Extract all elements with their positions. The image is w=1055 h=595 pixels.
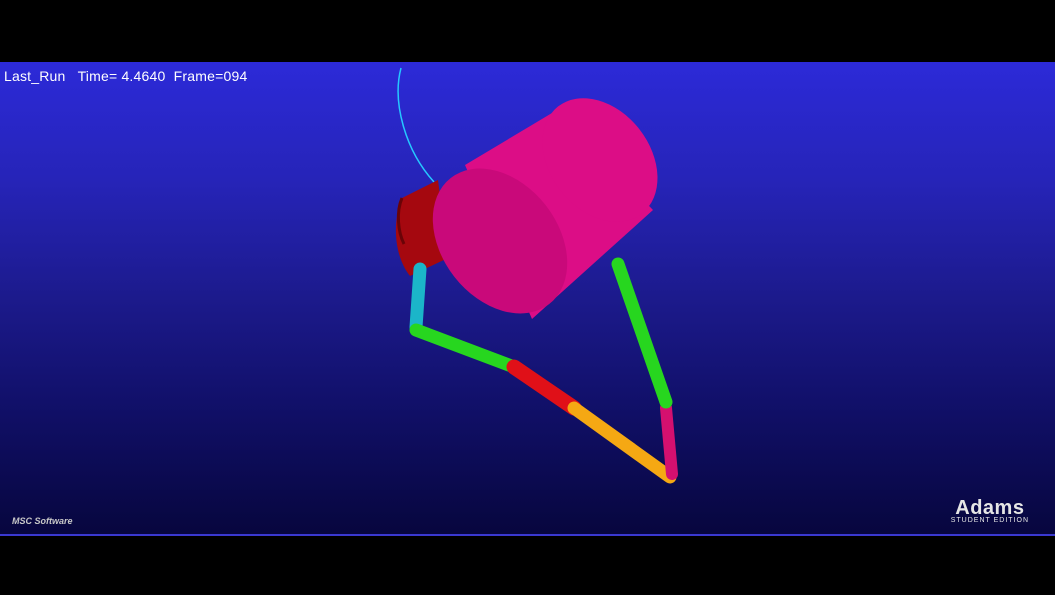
green-right-link <box>611 257 673 409</box>
magenta-short-link <box>660 402 678 480</box>
cyan-link <box>409 262 427 334</box>
3d-viewport[interactable]: Last_Run Time= 4.4640 Frame=094 MSC Soft… <box>0 62 1055 536</box>
green-lower-link <box>409 323 521 374</box>
msc-software-logo: MSC Software <box>12 516 73 526</box>
adams-edition: STUDENT EDITION <box>950 517 1029 524</box>
mechanism-scene <box>395 67 678 484</box>
adams-title: Adams <box>955 497 1025 519</box>
red-mid-link <box>506 359 582 416</box>
orange-link <box>567 401 677 484</box>
adams-logo: Adams STUDENT EDITION <box>951 498 1029 524</box>
trace-curve <box>397 67 435 183</box>
